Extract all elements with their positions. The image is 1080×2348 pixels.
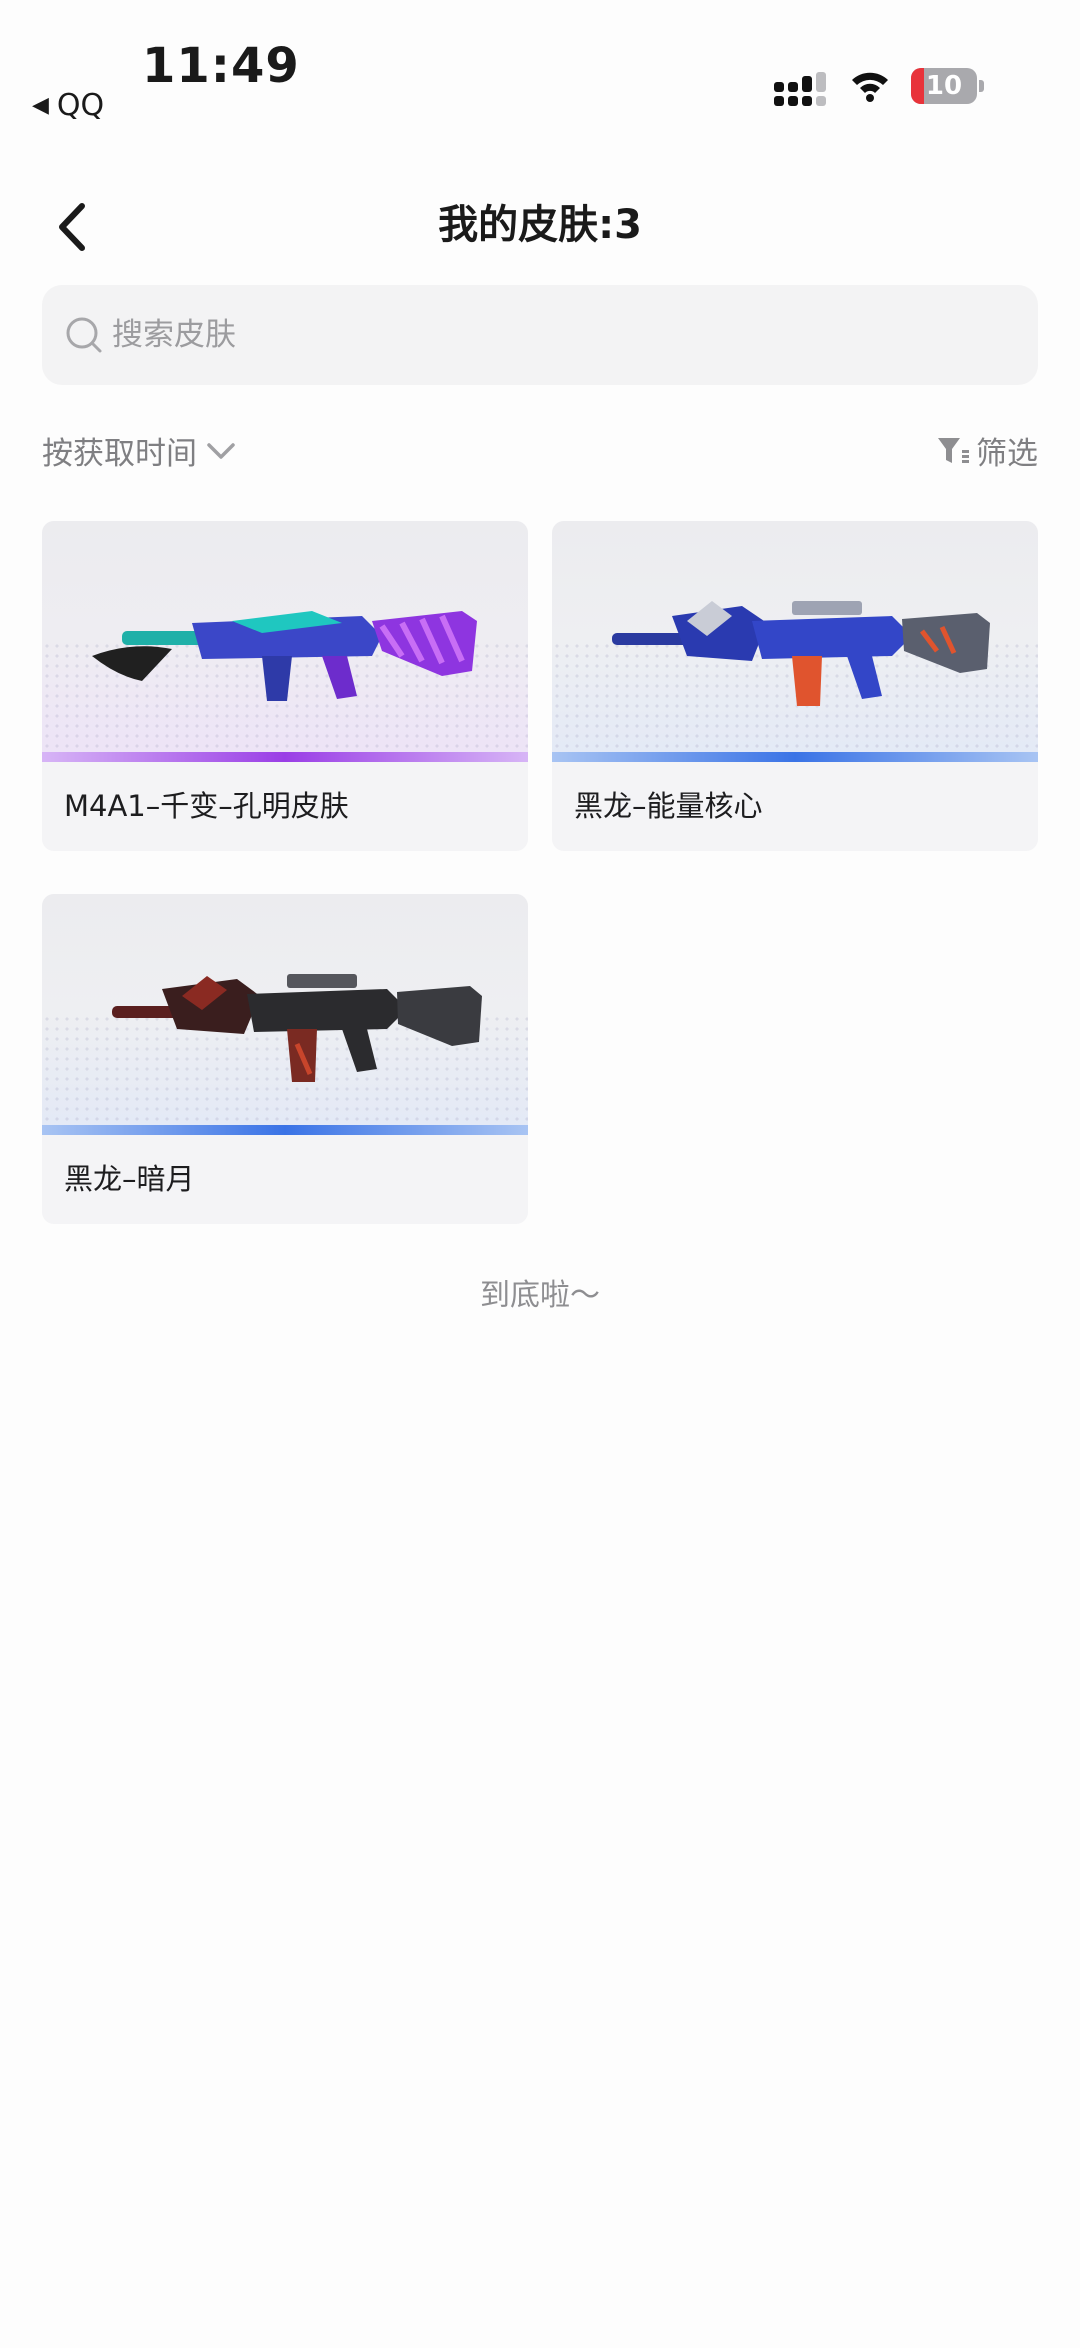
wifi-icon (852, 72, 888, 102)
back-app-label: QQ (56, 88, 105, 123)
battery-cap (979, 80, 984, 92)
rifle-skin-image (612, 601, 990, 706)
skin-card[interactable]: 黑龙–能量核心 (552, 521, 1038, 851)
skin-card[interactable]: M4A1–千变–孔明皮肤 (42, 521, 528, 851)
skin-card[interactable]: 黑龙–暗月 (42, 894, 528, 1224)
rarity-bar (42, 1125, 528, 1135)
rarity-bar (42, 752, 528, 762)
skin-image (552, 521, 1038, 762)
end-of-list-text: 到底啦～ (480, 1278, 600, 1313)
back-to-app-link[interactable]: ◀ QQ (32, 88, 104, 123)
search-icon (66, 317, 102, 353)
sort-dropdown[interactable]: 按获取时间 (42, 428, 237, 473)
rifle-skin-image (112, 974, 482, 1082)
battery-indicator: 10 (911, 68, 985, 104)
search-input[interactable] (112, 285, 1012, 385)
cellular-signal-icon (774, 72, 826, 106)
skin-image (42, 521, 528, 762)
sort-label: 按获取时间 (42, 436, 197, 472)
chevron-down-icon (207, 442, 235, 459)
status-bar: 11:49 ◀ QQ 10 (0, 0, 1080, 130)
filter-icon (938, 437, 969, 463)
nav-bar: 我的皮肤:3 (0, 190, 1080, 260)
back-triangle-icon: ◀ (32, 93, 49, 118)
chevron-left-icon[interactable] (52, 202, 96, 252)
battery-body: 10 (911, 68, 977, 104)
skin-name: 黑龙–暗月 (64, 1162, 195, 1196)
skin-name: M4A1–千变–孔明皮肤 (64, 789, 349, 823)
filter-label: 筛选 (976, 436, 1038, 472)
rifle-skin-image (92, 611, 477, 701)
status-time: 11:49 (142, 38, 300, 94)
skin-image (42, 894, 528, 1135)
battery-level: 10 (925, 71, 963, 101)
page-title: 我的皮肤:3 (438, 202, 642, 248)
search-bar[interactable] (42, 285, 1038, 385)
skin-name: 黑龙–能量核心 (574, 789, 763, 823)
rarity-bar (552, 752, 1038, 762)
filter-button[interactable]: 筛选 (936, 428, 1038, 473)
